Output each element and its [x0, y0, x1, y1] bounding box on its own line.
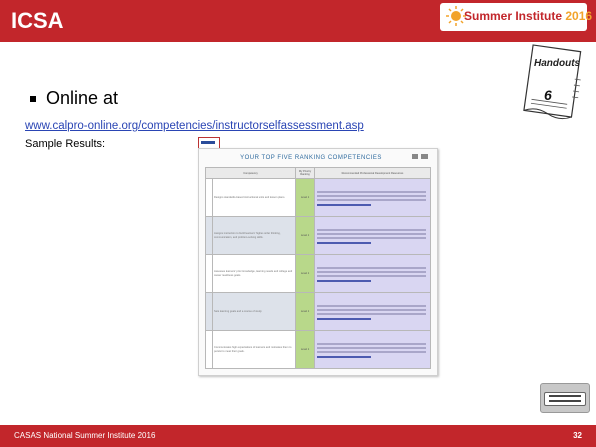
page-number: 32 [573, 431, 582, 440]
competency-cell: Designs standards-based instructional un… [212, 178, 296, 217]
sample-results-image: YOUR TOP FIVE RANKING COMPETENCIES Compe… [198, 148, 438, 376]
rank-cell: Level 1 [295, 292, 315, 331]
title-bar: ICSA Summer Institute 2016 [0, 0, 596, 42]
resource-link[interactable] [317, 242, 371, 244]
table-row: Designs standards-based instructional un… [205, 178, 431, 217]
table-row: Communicates high expectations of learne… [205, 330, 431, 369]
resources-cell [314, 216, 431, 255]
competency-cell: Sets learning goals and a course of stud… [212, 292, 296, 331]
slide-title: ICSA [11, 8, 64, 33]
print-icon [412, 154, 428, 159]
competency-text: Assesses learners' prior knowledge, lear… [214, 269, 293, 277]
competency-text: Assigns instruction to build learners' h… [214, 231, 281, 239]
logo-main-text: Summer Institute [464, 9, 563, 23]
rank-cell: Level 1 [295, 330, 315, 369]
table-row: Assigns instruction to build learners' h… [205, 216, 431, 255]
table-row: Assesses learners' prior knowledge, lear… [205, 254, 431, 293]
resource-link[interactable] [317, 356, 371, 358]
footer-bar: CASAS National Summer Institute 2016 32 [0, 425, 596, 447]
slide: ICSA Summer Institute 2016 Handouts 6 On… [0, 0, 596, 447]
sample-results-label: Sample Results: [25, 138, 106, 150]
resources-cell [314, 178, 431, 217]
resources-cell [314, 254, 431, 293]
competency-cell: Assesses learners' prior knowledge, lear… [212, 254, 296, 293]
footer-text: CASAS National Summer Institute 2016 [14, 431, 156, 440]
handout-label: Handouts [534, 58, 581, 69]
rank-cell: Level 1 [295, 178, 315, 217]
rank-cell: Level 1 [295, 254, 315, 293]
resource-link[interactable] [317, 318, 371, 320]
handout-icon: Handouts 6 [523, 44, 582, 120]
document-title: YOUR TOP FIVE RANKING COMPETENCIES [240, 155, 382, 161]
calpro-logo [540, 383, 590, 413]
competency-text: Sets learning goals and a course of stud… [214, 309, 263, 313]
logo-year: 2016 [565, 9, 593, 23]
resources-cell [314, 292, 431, 331]
competency-text: Communicates high expectations of learne… [214, 345, 292, 353]
header-competency: Competency [205, 167, 296, 179]
resource-link[interactable] [317, 204, 371, 206]
competency-table: Competency My Priority Ranking Recommend… [205, 167, 431, 369]
bullet-marker [30, 95, 36, 102]
bullet-item: Online at [30, 88, 118, 109]
row-number [205, 292, 213, 331]
resource-link[interactable] [317, 280, 371, 282]
icsa-link[interactable]: www.calpro-online.org/competencies/instr… [25, 120, 364, 132]
header-resources: Recommended Professional Development Res… [314, 167, 431, 179]
competency-cell: Communicates high expectations of learne… [212, 330, 296, 369]
header-ranking: My Priority Ranking [295, 167, 315, 179]
summer-institute-logo: Summer Institute 2016 [440, 3, 592, 31]
row-number [205, 330, 213, 369]
competency-cell: Assigns instruction to build learners' h… [212, 216, 296, 255]
rank-cell: Level 1 [295, 216, 315, 255]
competency-text: Designs standards-based instructional un… [214, 195, 286, 199]
bullet-text: Online at [46, 88, 119, 108]
row-number [205, 254, 213, 293]
row-number [205, 216, 213, 255]
row-number [205, 178, 213, 217]
table-row: Sets learning goals and a course of stud… [205, 292, 431, 331]
handout-number: 6 [544, 87, 552, 103]
summer-institute-text: Summer Institute 2016 [464, 9, 592, 23]
resources-cell [314, 330, 431, 369]
